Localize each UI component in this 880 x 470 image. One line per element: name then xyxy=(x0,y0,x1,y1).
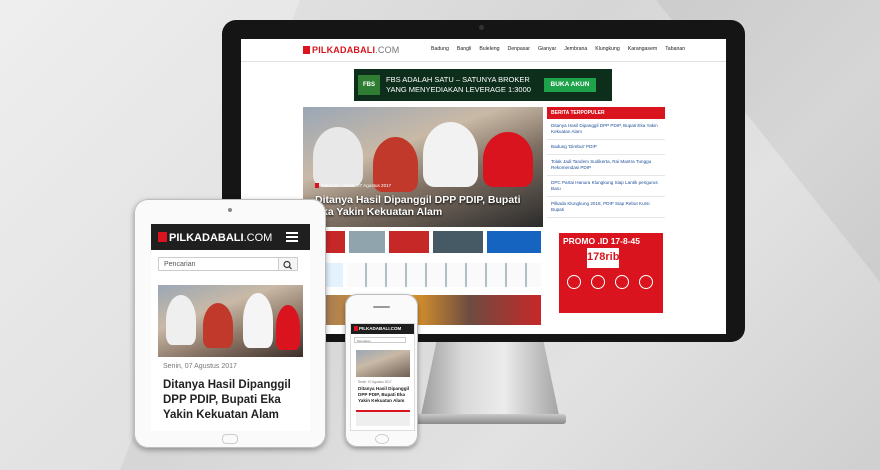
open-account-button[interactable]: BUKA AKUN xyxy=(544,78,596,92)
article-date: Senin, 07 Agustus 2017 xyxy=(163,363,237,370)
banner-line-1: FBS ADALAH SATU – SATUNYA BROKER xyxy=(386,75,530,84)
promo-feature-icon xyxy=(615,275,629,289)
promo-id-ad[interactable]: PROMO .ID 17-8-45 178ribu xyxy=(559,233,663,313)
popular-item[interactable]: Ditanya Hasil Dipanggil DPP PDIP, Bupati… xyxy=(547,119,665,140)
article-image[interactable] xyxy=(158,285,303,357)
menu-item-bangli[interactable]: Bangli xyxy=(457,46,471,52)
promo-feature-icon xyxy=(639,275,653,289)
menu-item-gianyar[interactable]: Gianyar xyxy=(538,46,556,52)
ad-thumbnail[interactable] xyxy=(325,231,345,253)
menu-item-karangasem[interactable]: Karangasem xyxy=(628,46,657,52)
logo-icon xyxy=(303,46,310,54)
menu-item-tabanan[interactable]: Tabanan xyxy=(665,46,685,52)
hero-tag xyxy=(315,183,319,188)
article-photo xyxy=(243,293,273,348)
site-logo[interactable]: PILKADABALI.COM xyxy=(303,45,400,55)
promo-feature-icon xyxy=(567,275,581,289)
menu-item-buleleng[interactable]: Buleleng xyxy=(479,46,499,52)
phone-device: PILKADABALI.COM Pencarian Senin, 07 Agus… xyxy=(345,294,418,447)
search-icon xyxy=(283,260,292,270)
menu-item-jembrana[interactable]: Jembrana xyxy=(564,46,587,52)
logo-icon xyxy=(158,232,167,242)
menu-item-klungkung[interactable]: Klungkung xyxy=(595,46,620,52)
article-date: Senin, 07 Agustus 2017 xyxy=(358,380,392,384)
ad-thumbnail[interactable] xyxy=(433,231,483,253)
logo-icon xyxy=(354,326,358,331)
logo-suffix: .COM xyxy=(243,232,273,244)
hero-photo xyxy=(313,127,363,187)
banner-text: FBS ADALAH SATU – SATUNYA BROKER YANG ME… xyxy=(386,75,531,95)
search-input[interactable]: Pencarian xyxy=(158,257,286,271)
hero-date: Tabanan - Senin, 07 Agustus 2017 xyxy=(321,183,392,188)
tablet-screen: PILKADABALI.COM Pencarian Senin, 07 Agus… xyxy=(151,224,310,431)
article-photo xyxy=(276,305,300,350)
article-title[interactable]: Ditanya Hasil Dipanggil DPP PDIP, Bupati… xyxy=(163,378,303,423)
popular-item[interactable]: DPC Partai Hanura Klungkung Siap Lantik … xyxy=(547,176,665,197)
article-photo xyxy=(166,295,196,345)
monitor-stand xyxy=(420,340,560,420)
tablet-home-button[interactable] xyxy=(222,434,238,444)
hero-title[interactable]: Ditanya Hasil Dipanggil DPP PDIP, Bupati… xyxy=(315,194,540,218)
article-title[interactable]: Ditanya Hasil Dipanggil DPP PDIP, Bupati… xyxy=(358,386,410,404)
search-input[interactable]: Pencarian xyxy=(354,337,406,343)
logo-brand: PILKADABALI xyxy=(359,326,390,331)
promo-feature-icon xyxy=(591,275,605,289)
ad-thumbnail[interactable] xyxy=(349,231,385,253)
article-photo xyxy=(203,303,233,348)
search-button[interactable] xyxy=(278,257,298,271)
hero-photo xyxy=(483,132,533,187)
hero-photo xyxy=(423,122,478,187)
hero-meta: Tabanan - Senin, 07 Agustus 2017 xyxy=(315,183,391,188)
tablet-header: PILKADABALI.COM xyxy=(151,224,310,250)
logo-brand: PILKADABALI xyxy=(169,232,244,244)
menu-item-badung[interactable]: Badung xyxy=(431,46,449,52)
ad-thumbnail[interactable] xyxy=(487,231,541,253)
tablet-device: PILKADABALI.COM Pencarian Senin, 07 Agus… xyxy=(134,199,326,448)
headline-slider[interactable]: Tabanan - Senin, 07 Agustus 2017 Ditanya… xyxy=(303,107,543,227)
monitor-stand-base xyxy=(412,414,566,424)
phone-screen: PILKADABALI.COM Pencarian Senin, 07 Agus… xyxy=(350,323,415,431)
phone-ad[interactable] xyxy=(356,410,410,426)
phone-header: PILKADABALI.COM xyxy=(351,324,414,334)
promo-price: 178ribu xyxy=(587,248,626,268)
phone-logo[interactable]: PILKADABALI.COM xyxy=(354,326,401,331)
popular-heading: BERITA TERPOPULER xyxy=(547,107,665,119)
article-image[interactable] xyxy=(356,350,410,377)
main-menu: Badung Bangli Buleleng Denpasar Gianyar … xyxy=(431,46,693,52)
logo-suffix: .COM xyxy=(389,326,402,331)
ad-thumbnail[interactable] xyxy=(347,263,541,287)
popular-item[interactable]: Tolak Jadi Tandem Sudikerta, Rai Mantra … xyxy=(547,155,665,176)
site-header: PILKADABALI.COM Badung Bangli Buleleng D… xyxy=(241,39,726,62)
logo-suffix: .COM xyxy=(375,45,400,55)
phone-speaker xyxy=(373,306,390,308)
hamburger-menu-icon[interactable] xyxy=(286,232,298,242)
banner-line-2: YANG MENYEDIAKAN LEVERAGE 1:3000 xyxy=(386,85,531,94)
tablet-logo[interactable]: PILKADABALI.COM xyxy=(158,232,272,244)
popular-item[interactable]: Badung 'Direbut' PDIP xyxy=(547,140,665,155)
phone-home-button[interactable] xyxy=(375,434,389,444)
fbs-badge: FBS xyxy=(358,75,380,95)
ad-strip xyxy=(303,231,543,334)
ad-thumbnail[interactable] xyxy=(303,295,541,325)
monitor-camera xyxy=(479,25,484,30)
popular-news: BERITA TERPOPULER Ditanya Hasil Dipanggi… xyxy=(547,107,665,225)
logo-brand: PILKADABALI xyxy=(312,45,376,55)
fbs-banner-ad[interactable]: FBS FBS ADALAH SATU – SATUNYA BROKER YAN… xyxy=(354,69,612,101)
promo-title: PROMO .ID 17-8-45 xyxy=(563,236,640,246)
tablet-camera xyxy=(228,208,232,212)
ad-thumbnail[interactable] xyxy=(389,231,429,253)
menu-item-denpasar[interactable]: Denpasar xyxy=(508,46,531,52)
popular-item[interactable]: Pilkada Klungkung 2018, PDIP Siap Rebut … xyxy=(547,197,665,218)
